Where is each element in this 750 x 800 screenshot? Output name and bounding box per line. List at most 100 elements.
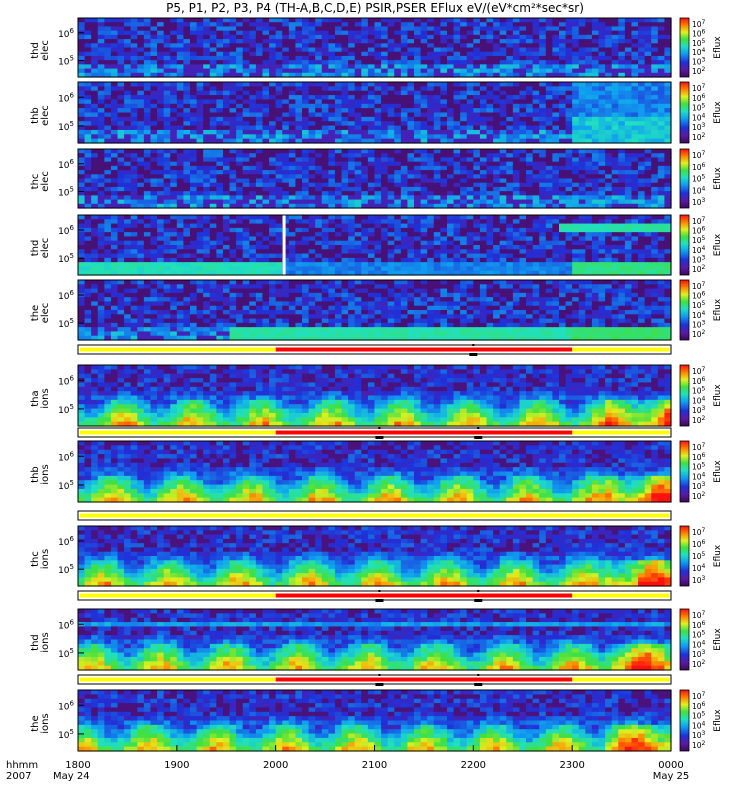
- heatmap-cell: [611, 34, 619, 40]
- heatmap-cell: [236, 18, 244, 23]
- heatmap-cell: [143, 39, 152, 44]
- heatmap-cell: [519, 43, 527, 49]
- heatmap-cell: [651, 161, 659, 167]
- heatmap-cell: [196, 227, 204, 233]
- heatmap-cell: [657, 157, 666, 163]
- heatmap-cell: [341, 186, 349, 192]
- heatmap-cell: [493, 60, 501, 65]
- heatmap-cell: [269, 39, 277, 44]
- heatmap-cell: [183, 249, 191, 255]
- heatmap-cell: [269, 51, 277, 57]
- heatmap-cell: [440, 108, 448, 114]
- heatmap-cell: [124, 236, 132, 242]
- heatmap-cell: [236, 112, 244, 118]
- heatmap-cell: [644, 64, 652, 70]
- heatmap-cell: [420, 245, 428, 250]
- heatmap-cell: [315, 182, 323, 188]
- heatmap-cell: [84, 86, 92, 92]
- heatmap-cell: [190, 262, 198, 268]
- heatmap-cell: [163, 112, 171, 118]
- heatmap-cell: [249, 186, 257, 192]
- heatmap-cell: [374, 47, 382, 53]
- heatmap-cell: [150, 240, 158, 246]
- heatmap-cell: [367, 108, 376, 114]
- heatmap-cell: [302, 86, 310, 92]
- heatmap-cell: [308, 116, 316, 122]
- heatmap-cell: [328, 134, 336, 140]
- heatmap-cell: [203, 240, 211, 246]
- heatmap-cell: [249, 95, 257, 101]
- heatmap-cell: [249, 43, 257, 49]
- heatmap-cell: [539, 121, 547, 127]
- heatmap-cell: [466, 161, 474, 167]
- heatmap-cell: [222, 64, 231, 70]
- heatmap-cell: [499, 18, 507, 23]
- heatmap-cell: [84, 262, 92, 268]
- heatmap-cell: [572, 178, 580, 184]
- heatmap-cell: [539, 153, 547, 159]
- heatmap-cell: [618, 82, 626, 87]
- heatmap-cell: [565, 245, 573, 250]
- heatmap-cell: [611, 134, 619, 140]
- heatmap-cell: [591, 30, 600, 36]
- heatmap-cell: [572, 18, 580, 23]
- heatmap-cell: [414, 215, 422, 220]
- heatmap-cell: [348, 55, 356, 61]
- heatmap-cell: [473, 30, 481, 36]
- heatmap-cell: [302, 125, 310, 131]
- heatmap-cell: [361, 161, 369, 167]
- heatmap-cell: [591, 51, 600, 57]
- heatmap-cell: [255, 18, 264, 23]
- heatmap-cell: [519, 82, 527, 87]
- heatmap-cell: [321, 245, 329, 250]
- heatmap-cell: [229, 182, 237, 188]
- heatmap-cell: [651, 60, 659, 65]
- heatmap-cell: [565, 103, 573, 109]
- heatmap-cell: [328, 18, 336, 23]
- heatmap-cell: [631, 22, 639, 28]
- heatmap-cell: [302, 223, 310, 229]
- heatmap-cell: [532, 195, 540, 201]
- heatmap-cell: [519, 236, 527, 242]
- heatmap-cell: [78, 236, 86, 242]
- heatmap-cell: [585, 30, 593, 36]
- heatmap-cell: [216, 82, 224, 87]
- heatmap-cell: [460, 191, 468, 196]
- heatmap-cell: [526, 257, 534, 263]
- heatmap-cell: [91, 170, 99, 175]
- heatmap-cell: [170, 26, 178, 32]
- heatmap-cell: [97, 125, 105, 131]
- heatmap-cell: [308, 170, 316, 175]
- heatmap-cell: [124, 95, 132, 101]
- heatmap-cell: [183, 116, 191, 122]
- heatmap-cell: [618, 215, 626, 220]
- heatmap-cell: [611, 223, 619, 229]
- heatmap-cell: [651, 86, 659, 92]
- heatmap-cell: [440, 227, 448, 233]
- heatmap-cell: [150, 257, 158, 263]
- heatmap-cell: [84, 116, 92, 122]
- heatmap-cell: [262, 129, 270, 135]
- heatmap-cell: [558, 112, 567, 118]
- heatmap-cell: [190, 30, 198, 36]
- heatmap-cell: [374, 186, 382, 192]
- heatmap-cell: [506, 34, 514, 40]
- heatmap-cell: [110, 195, 119, 201]
- heatmap-cell: [638, 195, 646, 201]
- heatmap-cell: [611, 266, 619, 272]
- heatmap-cell: [262, 86, 270, 92]
- heatmap-cell: [150, 262, 158, 268]
- heatmap-cell: [506, 262, 514, 268]
- heatmap-cell: [229, 68, 237, 74]
- heatmap-cell: [157, 191, 165, 196]
- heatmap-cell: [236, 157, 244, 163]
- heatmap-cell: [572, 103, 580, 109]
- heatmap-cell: [242, 112, 250, 118]
- heatmap-cell: [394, 182, 402, 188]
- heatmap-cell: [315, 153, 323, 159]
- heatmap-cell: [163, 170, 171, 175]
- heatmap-cell: [407, 223, 415, 229]
- heatmap-cell: [479, 170, 488, 175]
- heatmap-cell: [499, 99, 507, 105]
- heatmap-cell: [163, 195, 171, 201]
